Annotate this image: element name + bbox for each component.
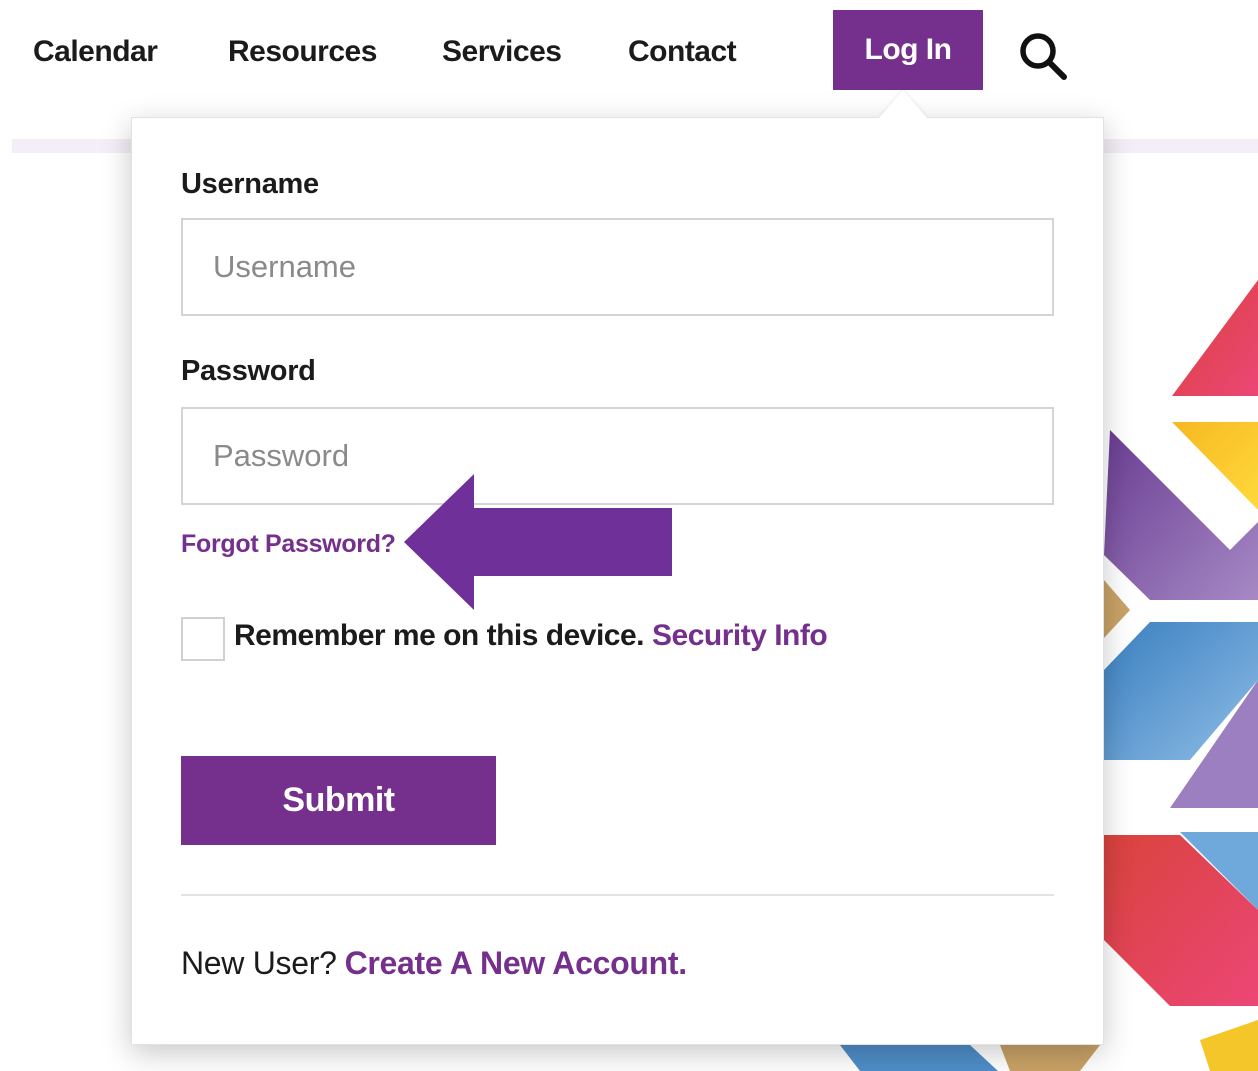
forgot-password-link[interactable]: Forgot Password? [181, 530, 396, 559]
security-info-link[interactable]: Security Info [652, 619, 828, 652]
remember-me-text: Remember me on this device. Security Info [234, 619, 828, 653]
remember-me-checkbox[interactable] [181, 617, 225, 661]
password-label: Password [181, 355, 316, 387]
create-account-link[interactable]: Create A New Account. [345, 945, 688, 981]
username-label: Username [181, 168, 319, 200]
nav-item-calendar[interactable]: Calendar [33, 34, 158, 70]
submit-button[interactable]: Submit [181, 756, 496, 845]
left-arrow-icon [404, 474, 672, 610]
username-input[interactable] [181, 218, 1054, 316]
panel-caret [879, 90, 927, 118]
nav-item-services[interactable]: Services [442, 34, 562, 70]
login-tab-button[interactable]: Log In [833, 10, 983, 90]
nav-item-resources[interactable]: Resources [228, 34, 377, 70]
new-user-row: New User? Create A New Account. [181, 945, 687, 982]
nav-item-contact[interactable]: Contact [628, 34, 737, 70]
login-page: Calendar Resources Services Contact Log … [0, 0, 1258, 1071]
form-divider [181, 894, 1054, 896]
search-icon[interactable] [1015, 28, 1071, 84]
new-user-label: New User? [181, 945, 337, 981]
remember-me-label: Remember me on this device. [234, 619, 645, 652]
login-tab-label: Log In [864, 33, 952, 66]
